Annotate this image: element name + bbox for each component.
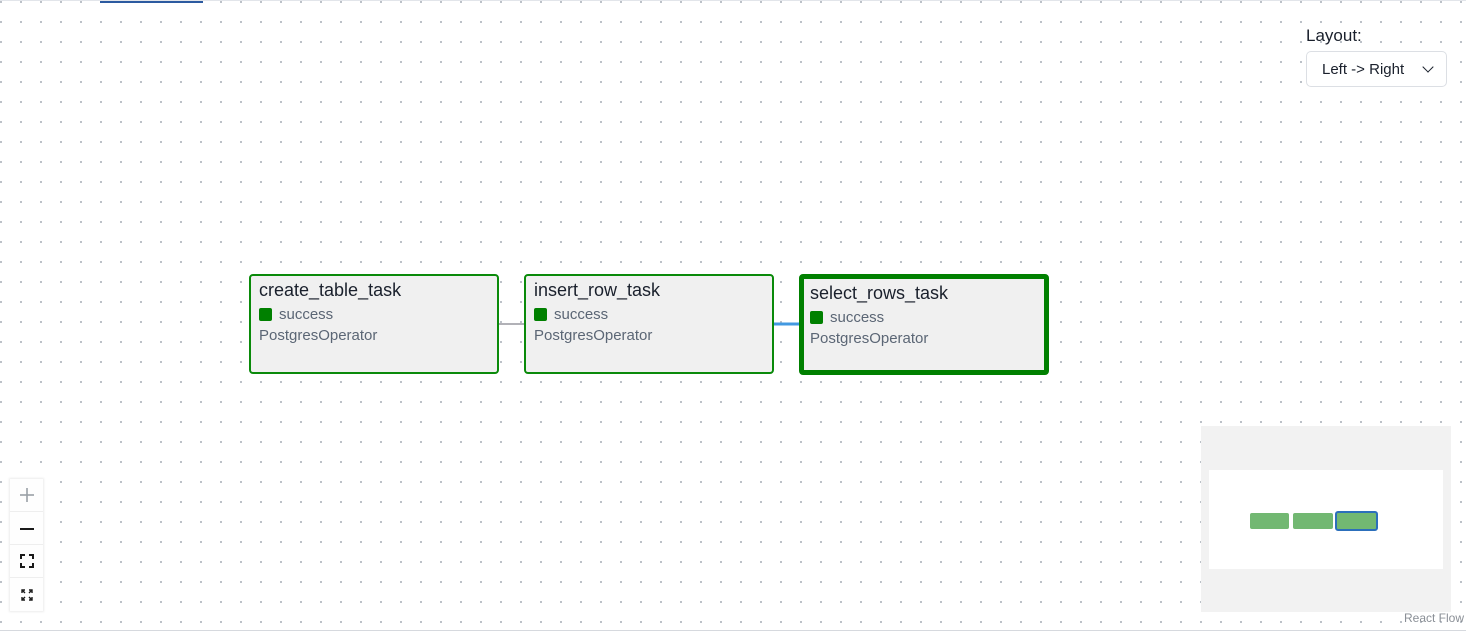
status-square-icon [259, 307, 272, 321]
active-tab-indicator [100, 1, 203, 3]
zoom-in-button[interactable] [10, 479, 43, 512]
task-node-status: success [534, 303, 764, 325]
status-text: success [279, 305, 334, 323]
task-node-title: create_table_task [259, 280, 402, 300]
fullscreen-button[interactable] [10, 578, 43, 611]
task-node-select-rows[interactable]: select_rows_task success PostgresOperato… [799, 274, 1049, 375]
zoom-controls [10, 479, 43, 611]
task-node-operator: PostgresOperator [810, 330, 929, 347]
status-square-icon [534, 307, 547, 321]
task-node-status: success [259, 303, 489, 325]
task-node-operator: PostgresOperator [259, 327, 378, 344]
status-text: success [830, 308, 885, 326]
layout-label: Layout: [1306, 26, 1362, 45]
minus-icon [19, 528, 34, 530]
minimap[interactable] [1201, 426, 1451, 612]
fit-view-button[interactable] [10, 545, 43, 578]
expand-icon [20, 588, 33, 601]
task-node-status: success [810, 306, 1038, 328]
minimap-node-selected [1335, 511, 1378, 531]
zoom-out-button[interactable] [10, 512, 43, 545]
task-node-title: insert_row_task [534, 280, 661, 300]
minimap-node [1293, 513, 1333, 529]
layout-select-value: Left -> Right [1322, 60, 1405, 78]
task-node-operator: PostgresOperator [534, 327, 653, 344]
task-node-create-table[interactable]: create_table_task success PostgresOperat… [249, 274, 499, 374]
plus-icon [19, 488, 34, 502]
react-flow-attribution[interactable]: React Flow [1404, 611, 1464, 625]
fit-view-icon [19, 554, 34, 568]
graph-canvas[interactable]: create_table_task success PostgresOperat… [0, 0, 1466, 631]
task-node-title: select_rows_task [810, 283, 949, 303]
layout-control: Layout: Left -> Right [1306, 26, 1447, 87]
status-square-icon [810, 310, 823, 324]
chevron-down-icon [1422, 61, 1434, 73]
status-text: success [554, 305, 609, 323]
minimap-node [1250, 513, 1289, 529]
layout-select[interactable]: Left -> Right [1306, 51, 1447, 87]
minimap-svg [1209, 470, 1443, 569]
task-node-insert-row[interactable]: insert_row_task success PostgresOperator [524, 274, 774, 374]
